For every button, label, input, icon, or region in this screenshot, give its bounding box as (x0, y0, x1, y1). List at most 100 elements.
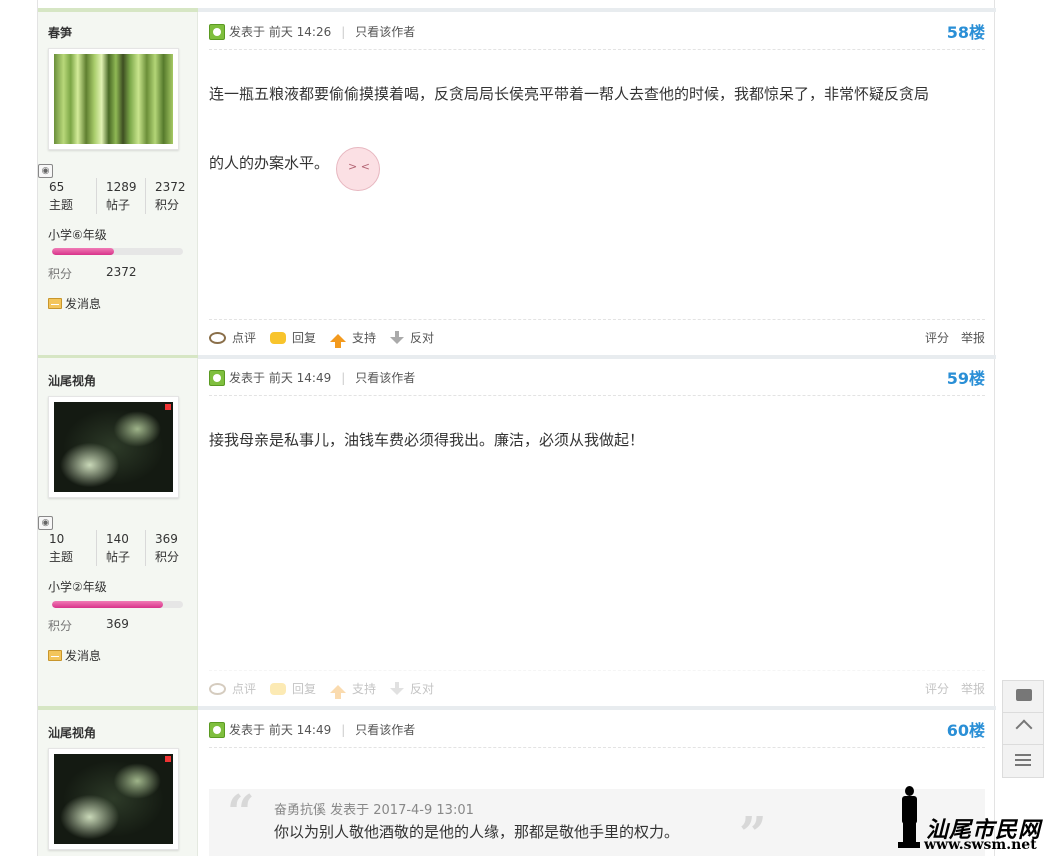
oppose-label: 反对 (410, 331, 435, 345)
message-icon (48, 650, 62, 661)
post-body-line: 接我母亲是私事儿，油钱车费必须得我出。廉洁，必须从我做起！ (209, 431, 645, 449)
post-time: 发表于 前天 14:49 (229, 723, 332, 737)
post-header: 发表于 前天 14:49 | 只看该作者 60楼 (209, 722, 985, 748)
credit-value: 2372 (106, 265, 137, 279)
watermark-url: www.swsm.net (924, 837, 1037, 853)
stat-credits[interactable]: 369 积分 (146, 530, 195, 566)
open-quote-icon: “ (227, 785, 255, 841)
thumb-down-arrow-icon (390, 331, 405, 344)
rate-link[interactable]: 评分 (925, 680, 949, 697)
credit-label: 积分 (48, 267, 73, 281)
user-rank[interactable]: 小学⑥年级 (48, 226, 107, 243)
support-label: 支持 (352, 331, 377, 345)
rate-link[interactable]: 评分 (925, 329, 949, 346)
send-message-label: 发消息 (65, 649, 102, 663)
only-author-link[interactable]: 只看该作者 (355, 24, 415, 40)
support-button[interactable]: 支持 (330, 680, 377, 699)
user-rank[interactable]: 小学②年级 (48, 578, 107, 595)
post-actions: 点评 回复 支持 反对 评分 举报 (209, 319, 985, 355)
author-name[interactable]: 春笋 (48, 24, 72, 41)
send-message-label: 发消息 (65, 297, 102, 311)
stat-posts-count: 1289 (106, 180, 137, 194)
close-quote-icon: ” (739, 807, 767, 856)
back-to-list-icon[interactable] (1003, 745, 1043, 777)
stat-credits-label: 积分 (155, 198, 180, 212)
credit-label: 积分 (48, 619, 73, 633)
thread-container: 春笋 ◉ 65 主题 1289 帖子 2372 积分 小学⑥年级 积分 2372… (37, 0, 996, 856)
post-body-line: 的人的办案水平。顶 (209, 129, 985, 198)
stat-posts[interactable]: 140 帖子 (97, 530, 146, 566)
report-link[interactable]: 举报 (961, 680, 985, 697)
author-name[interactable]: 汕尾视角 (48, 372, 96, 389)
avatar[interactable] (48, 748, 179, 850)
post-time: 发表于 前天 14:49 (229, 371, 332, 385)
floor-number[interactable]: 58楼 (947, 24, 985, 42)
reply-icon (270, 331, 287, 344)
stat-threads[interactable]: 65 主题 (48, 178, 97, 214)
comment-button[interactable]: 点评 (209, 329, 256, 346)
online-user-icon (209, 722, 225, 738)
post-body: 连一瓶五粮液都要偷偷摸摸着喝，反贪局局长侯亮平带着一帮人去查他的时候，我都惊呆了… (209, 60, 985, 198)
credit-row: 积分 2372 (48, 265, 137, 282)
oppose-label: 反对 (410, 682, 435, 696)
reply-button[interactable]: 回复 (270, 680, 316, 697)
credit-value: 369 (106, 617, 129, 631)
header-divider: | (341, 25, 346, 39)
support-button[interactable]: 支持 (330, 329, 377, 348)
avatar-image (54, 54, 173, 144)
reply-button[interactable]: 回复 (270, 329, 316, 346)
send-message-link[interactable]: 发消息 (48, 295, 101, 312)
stat-credits-label: 积分 (155, 550, 180, 564)
post-58: 春笋 ◉ 65 主题 1289 帖子 2372 积分 小学⑥年级 积分 2372… (38, 12, 996, 355)
floor-number[interactable]: 59楼 (947, 370, 985, 388)
stat-threads-label: 主题 (49, 198, 74, 212)
only-author-link[interactable]: 只看该作者 (355, 722, 415, 738)
avatar[interactable] (48, 396, 179, 498)
post-body: 接我母亲是私事儿，油钱车费必须得我出。廉洁，必须从我做起！ (209, 405, 985, 475)
post-59: 汕尾视角 ◉ 10 主题 140 帖子 369 积分 小学②年级 积分 369 … (38, 358, 996, 706)
stat-threads-count: 65 (49, 180, 65, 194)
quote-meta: 奋勇抗傒 发表于 2017-4-9 13:01 (274, 803, 474, 818)
stat-posts-count: 140 (106, 532, 129, 546)
online-user-icon (209, 370, 225, 386)
quick-reply-icon[interactable] (1003, 681, 1043, 713)
stat-posts[interactable]: 1289 帖子 (97, 178, 146, 214)
report-link[interactable]: 举报 (961, 329, 985, 346)
post-body-line: 连一瓶五粮液都要偷偷摸摸着喝，反贪局局长侯亮平带着一帮人去查他的时候，我都惊呆了… (209, 85, 930, 103)
post-body-text: 的人的办案水平。 (209, 154, 330, 172)
reply-label: 回复 (292, 682, 317, 696)
rank-progress-fill (52, 248, 114, 255)
stat-credits[interactable]: 2372 积分 (146, 178, 195, 214)
avatar-image (54, 754, 173, 844)
stat-threads-label: 主题 (49, 550, 74, 564)
online-user-icon (209, 24, 225, 40)
oppose-button[interactable]: 反对 (390, 329, 434, 346)
reply-label: 回复 (292, 331, 317, 345)
emoticon-image: 顶 (334, 135, 384, 193)
reply-icon (270, 682, 287, 695)
post-actions-right: 评分 举报 (913, 680, 985, 697)
stat-posts-label: 帖子 (106, 198, 131, 212)
site-watermark: 汕尾市民网 www.swsm.net (896, 784, 1054, 856)
only-author-link[interactable]: 只看该作者 (355, 370, 415, 386)
post-content: 发表于 前天 14:26 | 只看该作者 58楼 连一瓶五粮液都要偷偷摸摸着喝，… (198, 12, 996, 355)
rank-progress-bar (52, 601, 183, 608)
send-message-link[interactable]: 发消息 (48, 647, 101, 664)
avatar[interactable] (48, 48, 179, 150)
floor-number[interactable]: 60楼 (947, 722, 985, 740)
credit-row: 积分 369 (48, 617, 129, 634)
author-name[interactable]: 汕尾视角 (48, 724, 96, 741)
stat-threads-count: 10 (49, 532, 65, 546)
thumb-down-arrow-icon (390, 682, 405, 695)
author-sidebar: 春笋 ◉ 65 主题 1289 帖子 2372 积分 小学⑥年级 积分 2372… (38, 12, 198, 355)
post-content: 发表于 前天 14:49 | 只看该作者 59楼 接我母亲是私事儿，油钱车费必须… (198, 358, 996, 706)
comment-button[interactable]: 点评 (209, 680, 256, 697)
online-status-icon: ◉ (38, 164, 53, 178)
oppose-button[interactable]: 反对 (390, 680, 434, 697)
stat-credits-count: 2372 (155, 180, 186, 194)
stat-threads[interactable]: 10 主题 (48, 530, 97, 566)
comment-icon (209, 682, 226, 695)
post-actions-right: 评分 举报 (913, 329, 985, 346)
back-to-top-icon[interactable] (1003, 713, 1043, 745)
support-label: 支持 (352, 682, 377, 696)
